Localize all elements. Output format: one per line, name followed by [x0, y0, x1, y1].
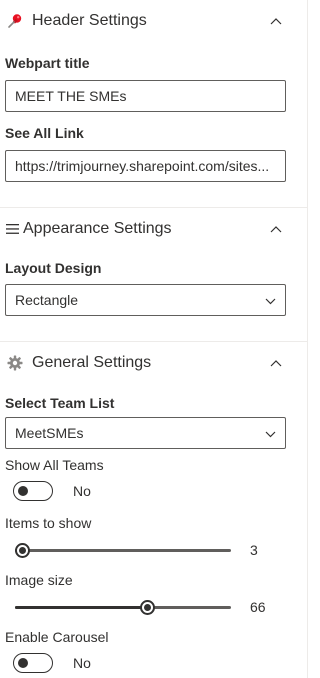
- gear-icon: [5, 355, 25, 371]
- show-all-teams-state: No: [73, 483, 91, 499]
- webpart-title-input[interactable]: MEET THE SMEs: [5, 80, 286, 112]
- see-all-link-label: See All Link: [5, 125, 84, 141]
- appearance-settings-toggle[interactable]: Appearance Settings: [5, 208, 302, 250]
- items-to-show-slider[interactable]: [15, 540, 231, 560]
- layout-design-label: Layout Design: [5, 260, 102, 276]
- header-settings-title: Header Settings: [32, 12, 147, 29]
- enable-carousel-toggle[interactable]: [13, 653, 53, 673]
- show-all-teams-label: Show All Teams: [5, 457, 104, 473]
- hamburger-menu-icon: [5, 223, 19, 235]
- chevron-up-icon: [266, 219, 286, 239]
- chevron-down-icon: [265, 425, 276, 441]
- enable-carousel-state: No: [73, 655, 91, 671]
- image-size-label: Image size: [5, 572, 73, 588]
- pin-icon: [5, 13, 25, 29]
- header-settings-group: Header Settings Webpart title MEET THE S…: [0, 0, 307, 207]
- slider-thumb[interactable]: [15, 543, 30, 558]
- webpart-title-label: Webpart title: [5, 55, 90, 71]
- chevron-up-icon: [266, 353, 286, 373]
- items-to-show-label: Items to show: [5, 515, 92, 531]
- see-all-link-input[interactable]: https://trimjourney.sharepoint.com/sites…: [5, 150, 286, 182]
- header-settings-toggle[interactable]: Header Settings: [5, 0, 302, 42]
- image-size-value: 66: [250, 599, 266, 615]
- chevron-down-icon: [265, 292, 276, 308]
- appearance-settings-title: Appearance Settings: [23, 220, 172, 237]
- team-list-dropdown[interactable]: MeetSMEs: [5, 417, 286, 449]
- general-settings-title: General Settings: [32, 354, 152, 371]
- items-to-show-value: 3: [250, 542, 258, 558]
- general-settings-toggle[interactable]: General Settings: [5, 342, 302, 384]
- team-list-value: MeetSMEs: [15, 425, 84, 441]
- slider-thumb[interactable]: [139, 600, 155, 615]
- layout-design-value: Rectangle: [15, 292, 79, 308]
- chevron-up-icon: [266, 11, 286, 31]
- webpart-title-value: MEET THE SMEs: [15, 88, 127, 104]
- general-settings-group: General Settings Select Team List MeetSM…: [0, 342, 307, 673]
- appearance-settings-group: Appearance Settings Layout Design Rectan…: [0, 208, 307, 341]
- select-team-list-label: Select Team List: [5, 395, 115, 411]
- layout-design-dropdown[interactable]: Rectangle: [5, 284, 286, 316]
- property-pane: Header Settings Webpart title MEET THE S…: [0, 0, 308, 678]
- show-all-teams-toggle[interactable]: [13, 481, 53, 501]
- image-size-slider[interactable]: [15, 597, 231, 617]
- enable-carousel-label: Enable Carousel: [5, 629, 109, 645]
- see-all-link-value: https://trimjourney.sharepoint.com/sites…: [15, 158, 270, 174]
